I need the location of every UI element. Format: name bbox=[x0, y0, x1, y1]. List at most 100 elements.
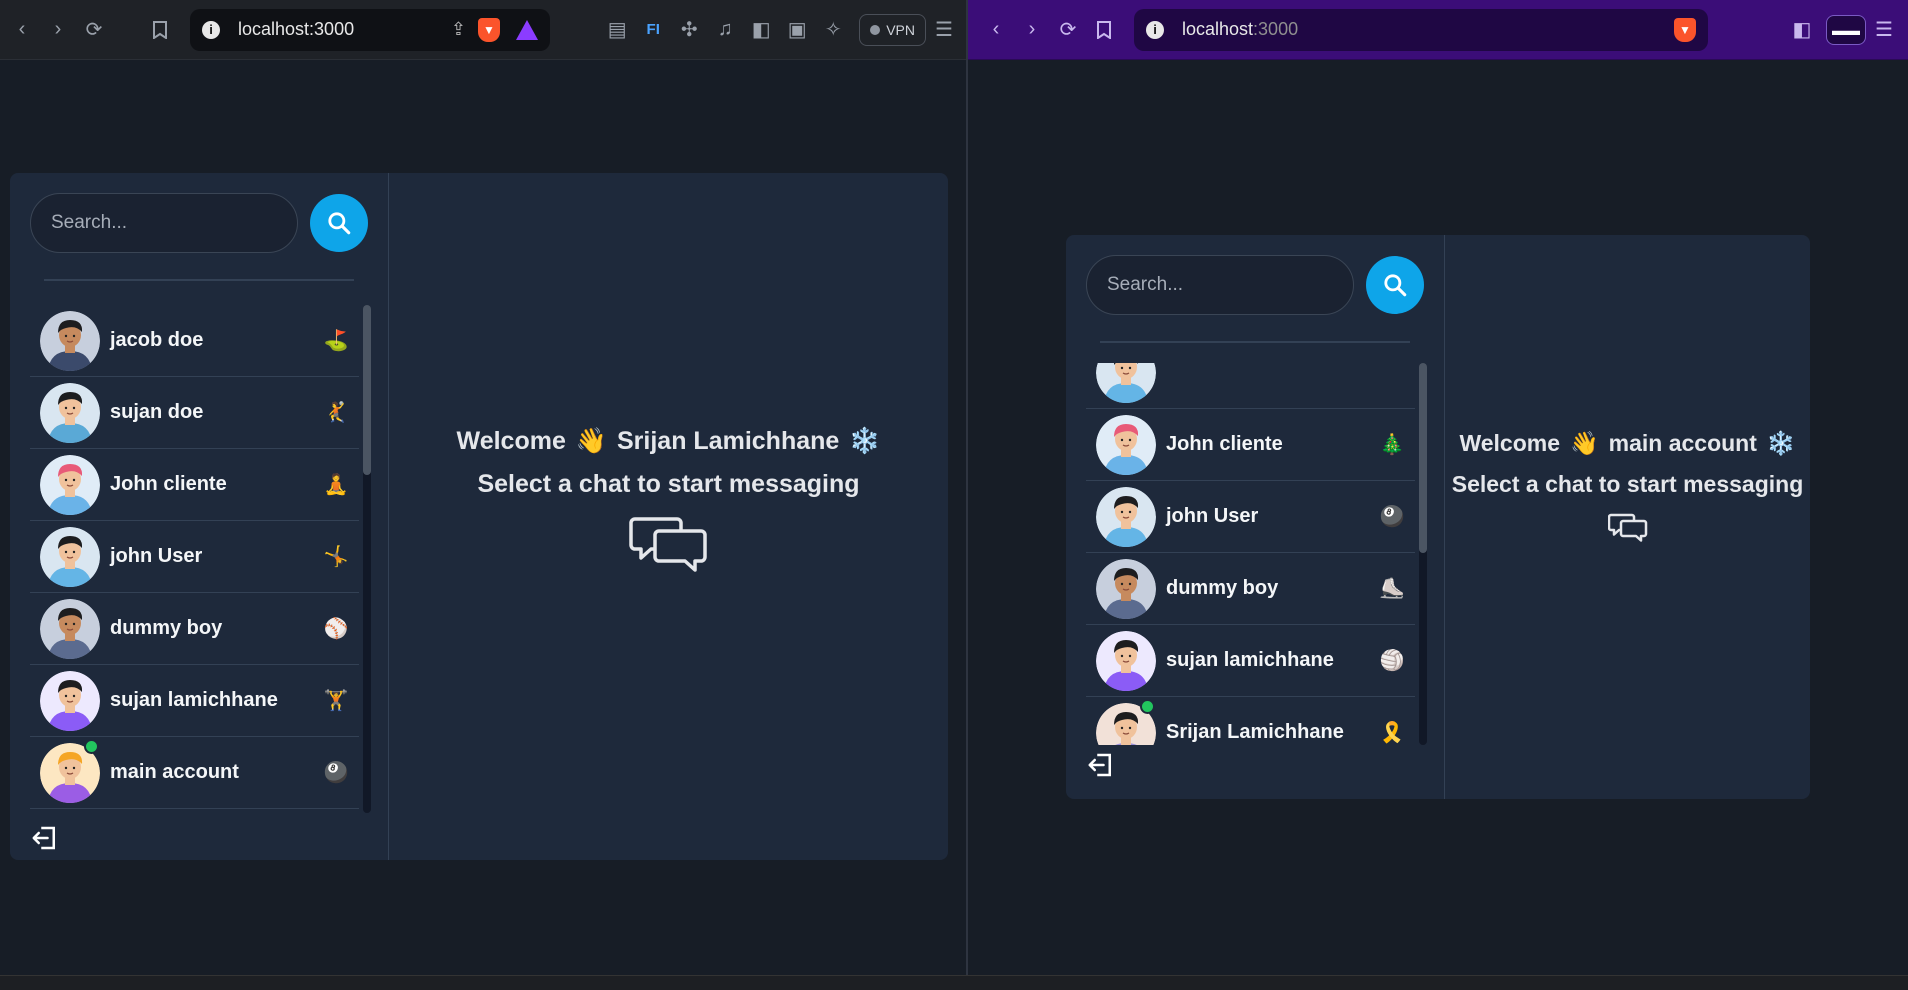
divider bbox=[44, 279, 354, 281]
user-emoji-icon: ⛸️ bbox=[1379, 578, 1405, 600]
logout-icon[interactable] bbox=[30, 823, 60, 853]
site-info-icon[interactable]: i bbox=[1146, 20, 1164, 39]
brave-shields-icon[interactable]: ▼ bbox=[1674, 17, 1696, 42]
extensions-puzzle-icon[interactable]: ✣ bbox=[671, 12, 707, 48]
user-list-item[interactable]: Srijan Lamichhane 🎗️ bbox=[1086, 697, 1415, 745]
select-chat-subtitle: Select a chat to start messaging bbox=[477, 469, 860, 498]
welcome-name: Srijan Lamichhane bbox=[617, 426, 840, 455]
chat-bubbles-icon bbox=[628, 516, 707, 572]
media-icon[interactable]: ♫ bbox=[707, 12, 743, 48]
user-name: dummy boy bbox=[110, 617, 223, 639]
bookmark-icon[interactable] bbox=[142, 12, 178, 48]
scrollbar-thumb[interactable] bbox=[363, 305, 371, 475]
address-bar[interactable]: i localhost:3000 ▼ bbox=[1134, 8, 1708, 51]
extension-fi-icon[interactable]: FI bbox=[635, 12, 671, 48]
address-text: localhost:3000 bbox=[1182, 19, 1662, 40]
vpn-label: VPN bbox=[886, 21, 915, 38]
user-emoji-icon: 🏋️ bbox=[323, 690, 349, 712]
user-list-item[interactable]: jacob doe ⛳ bbox=[30, 305, 359, 377]
vpn-button[interactable]: VPN bbox=[859, 13, 926, 46]
address-host: localhost bbox=[1182, 19, 1254, 39]
bookmark-icon[interactable] bbox=[1086, 12, 1122, 48]
leo-icon[interactable]: ✧ bbox=[815, 12, 851, 48]
private-window-icon[interactable]: ▬▬ bbox=[1826, 14, 1866, 45]
avatar bbox=[1096, 486, 1156, 547]
snowflake-icon: ❄️ bbox=[1766, 430, 1796, 456]
left-browser-window: ‹ › ⟳ i localhost:3000 ⇪ ▼ ▤ FI ✣ ♫ ◧ ▣ … bbox=[0, 0, 966, 975]
avatar bbox=[1096, 558, 1156, 619]
forward-icon[interactable]: › bbox=[40, 12, 76, 48]
online-status-indicator bbox=[84, 739, 99, 754]
user-list-item[interactable]: dummy boy ⚾ bbox=[30, 593, 359, 665]
snowflake-icon: ❄️ bbox=[849, 426, 881, 455]
back-icon[interactable]: ‹ bbox=[978, 12, 1014, 48]
logout-icon[interactable] bbox=[1086, 750, 1116, 780]
user-list-item[interactable]: John cliente 🧘 bbox=[30, 449, 359, 521]
user-name: john User bbox=[1166, 505, 1259, 527]
user-emoji-icon: ⚾ bbox=[323, 618, 349, 640]
vpn-status-icon bbox=[870, 24, 881, 35]
welcome-message: Welcome 👋 Srijan Lamichhane ❄️ bbox=[457, 427, 881, 456]
user-emoji-icon: 🎱 bbox=[1379, 506, 1405, 528]
user-emoji-icon: 🤾 bbox=[323, 402, 349, 424]
user-emoji-icon: 🤸 bbox=[323, 546, 349, 568]
user-list-item[interactable]: sujan lamichhane 🏋️ bbox=[30, 665, 359, 737]
user-name: sujan doe bbox=[110, 401, 204, 423]
user-name: Srijan Lamichhane bbox=[1166, 721, 1344, 743]
os-taskbar bbox=[0, 975, 1908, 990]
user-name: John cliente bbox=[1166, 433, 1283, 455]
share-icon[interactable]: ⇪ bbox=[451, 19, 466, 40]
user-list-item[interactable]: john User 🎱 bbox=[1086, 481, 1415, 553]
user-emoji-icon: 🎄 bbox=[1379, 434, 1405, 456]
user-list-item[interactable]: sujan lamichhane 🏐 bbox=[1086, 625, 1415, 697]
user-emoji-icon: 🎱 bbox=[323, 762, 349, 784]
welcome-message: Welcome 👋 main account ❄️ bbox=[1459, 430, 1795, 457]
user-emoji-icon: 🎗️ bbox=[1379, 722, 1405, 744]
search-input[interactable] bbox=[1086, 255, 1354, 315]
user-list-item[interactable]: sujan doe 🤾 bbox=[30, 377, 359, 449]
user-emoji-icon: 🧘 bbox=[323, 474, 349, 496]
brave-shields-icon[interactable]: ▼ bbox=[478, 17, 500, 42]
user-list-item[interactable]: John cliente 🎄 bbox=[1086, 409, 1415, 481]
forward-icon[interactable]: › bbox=[1014, 12, 1050, 48]
menu-icon[interactable]: ☰ bbox=[1866, 12, 1902, 48]
wave-icon: 👋 bbox=[1570, 430, 1599, 456]
reload-icon[interactable]: ⟳ bbox=[1050, 12, 1086, 48]
sidebar-icon[interactable]: ◧ bbox=[1784, 12, 1820, 48]
search-button[interactable] bbox=[1366, 256, 1424, 314]
user-list-item[interactable]: dummy boy ⛸️ bbox=[1086, 553, 1415, 625]
user-list: John cliente 🎄 john User 🎱 dummy boy ⛸️ sujan … bbox=[1086, 363, 1427, 745]
address-port: :3000 bbox=[1253, 19, 1299, 39]
user-name: main account bbox=[110, 761, 239, 783]
search-input[interactable] bbox=[30, 193, 298, 253]
user-name: jacob doe bbox=[110, 329, 204, 351]
address-bar[interactable]: i localhost:3000 ⇪ ▼ bbox=[190, 8, 550, 51]
extension-icon[interactable]: ▤ bbox=[599, 12, 635, 48]
sidebar: jacob doe ⛳ sujan doe 🤾 John cliente 🧘 john Us… bbox=[10, 173, 389, 860]
chat-app-card: jacob doe ⛳ sujan doe 🤾 John cliente 🧘 john Us… bbox=[10, 173, 948, 860]
chat-bubbles-icon bbox=[1607, 513, 1647, 542]
wallet-icon[interactable]: ▣ bbox=[779, 12, 815, 48]
user-list-items: John cliente 🎄 john User 🎱 dummy boy ⛸️ sujan … bbox=[1086, 363, 1415, 745]
avatar bbox=[40, 670, 100, 731]
welcome-prefix: Welcome bbox=[1459, 430, 1560, 456]
site-info-icon[interactable]: i bbox=[202, 20, 220, 39]
scrollbar[interactable] bbox=[1419, 363, 1427, 745]
user-name: sujan lamichhane bbox=[1166, 649, 1334, 671]
no-chat-selected: Welcome 👋 main account ❄️ Select a chat … bbox=[1445, 235, 1810, 799]
avatar bbox=[40, 526, 100, 587]
user-list-item[interactable]: john User 🤸 bbox=[30, 521, 359, 593]
back-icon[interactable]: ‹ bbox=[4, 12, 40, 48]
reload-icon[interactable]: ⟳ bbox=[76, 12, 112, 48]
scrollbar[interactable] bbox=[363, 305, 371, 813]
user-list-item[interactable]: main account 🎱 bbox=[30, 737, 359, 809]
chat-app-card: John cliente 🎄 john User 🎱 dummy boy ⛸️ sujan … bbox=[1066, 235, 1810, 799]
search-button[interactable] bbox=[310, 194, 368, 252]
avatar bbox=[1096, 630, 1156, 691]
menu-icon[interactable]: ☰ bbox=[926, 12, 962, 48]
sidebar-icon[interactable]: ◧ bbox=[743, 12, 779, 48]
scrollbar-thumb[interactable] bbox=[1419, 363, 1427, 553]
user-list-item[interactable] bbox=[1086, 363, 1415, 409]
brave-rewards-icon[interactable] bbox=[516, 19, 538, 40]
welcome-name: main account bbox=[1608, 430, 1757, 456]
